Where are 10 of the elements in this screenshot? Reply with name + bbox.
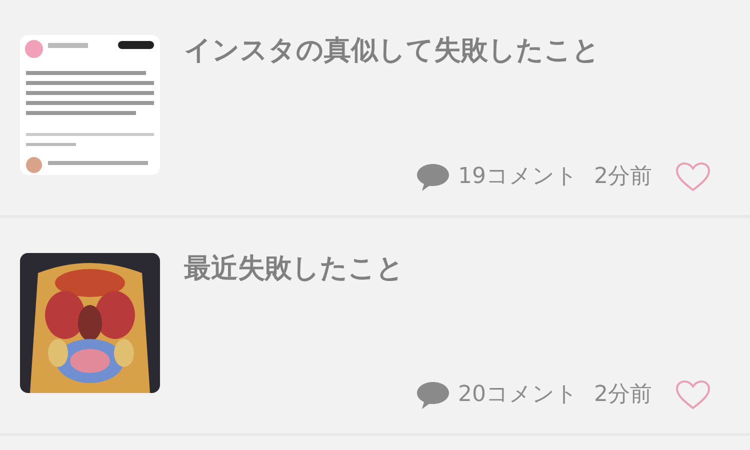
heart-icon[interactable] xyxy=(676,162,710,192)
post-time: 2分前 xyxy=(594,381,652,409)
post-title[interactable]: インスタの真似して失敗したこと xyxy=(184,31,730,72)
comment-icon xyxy=(416,380,450,410)
comment-icon xyxy=(416,162,450,192)
post-time: 2分前 xyxy=(594,163,652,191)
post-title[interactable]: 最近失敗したこと xyxy=(184,249,730,290)
heart-icon[interactable] xyxy=(676,380,710,410)
comment-count: 19コメント xyxy=(458,163,578,191)
comment-count: 20コメント xyxy=(458,381,578,409)
